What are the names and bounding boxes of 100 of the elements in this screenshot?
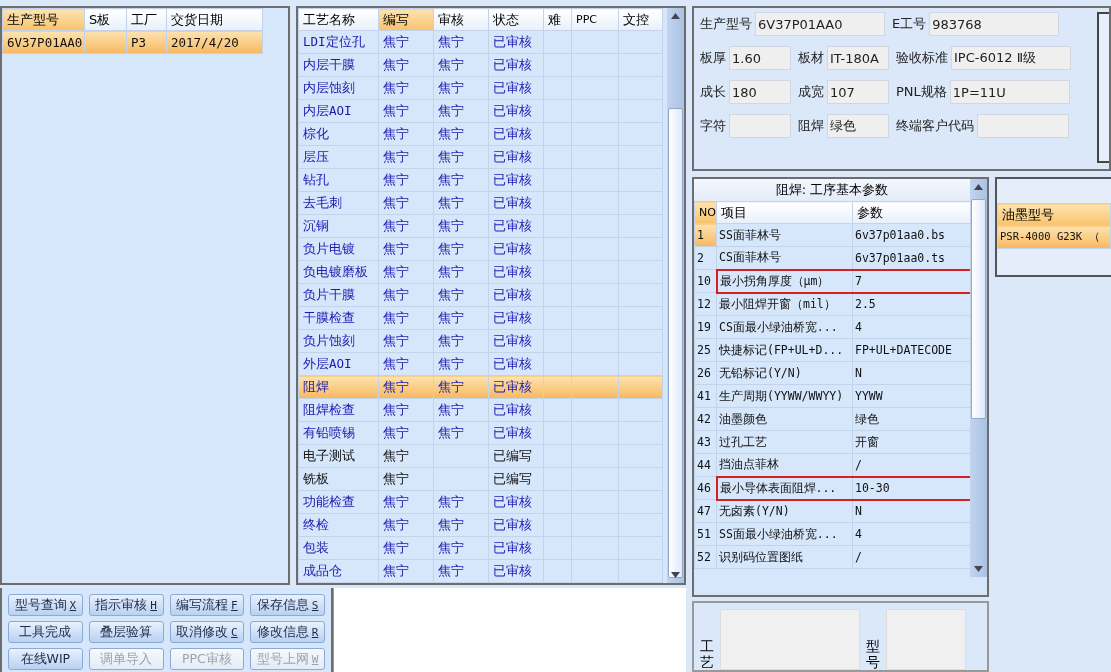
table-cell[interactable]: 2 — [694, 246, 717, 270]
table-cell[interactable]: 焦宁 — [433, 421, 489, 445]
text-area[interactable] — [720, 609, 860, 670]
table-cell[interactable]: 焦宁 — [433, 329, 489, 353]
text-area[interactable] — [886, 609, 966, 670]
table-cell[interactable]: 钻孔 — [298, 168, 379, 192]
table-cell[interactable]: 功能检查 — [298, 490, 379, 514]
table-cell[interactable]: 负片电镀 — [298, 237, 379, 261]
table-cell[interactable]: 1 — [694, 223, 717, 247]
table-cell[interactable]: SS面菲林号 — [716, 223, 853, 247]
table-cell[interactable]: 成品仓 — [298, 559, 379, 583]
column-header[interactable]: 交货日期 — [166, 8, 263, 31]
table-cell[interactable]: 焦宁 — [378, 53, 434, 77]
table-cell[interactable]: 快捷标记(FP+UL+D... — [716, 338, 853, 362]
action-button[interactable]: 取消修改 C — [169, 621, 245, 643]
table-cell[interactable]: 焦宁 — [433, 306, 489, 330]
table-cell[interactable]: 去毛刺 — [298, 191, 379, 215]
table-cell[interactable]: LDI定位孔 — [298, 30, 379, 54]
table-cell[interactable]: 沉铜 — [298, 214, 379, 238]
action-button[interactable]: 保存信息 S — [250, 594, 325, 616]
table-cell[interactable]: 焦宁 — [433, 536, 489, 560]
table-cell[interactable]: 识别码位置图纸 — [716, 545, 853, 569]
table-cell[interactable]: 焦宁 — [433, 53, 489, 77]
table-cell[interactable]: 焦宁 — [433, 214, 489, 238]
table-cell[interactable]: 最小导体表面阻焊... — [716, 476, 853, 500]
table-cell[interactable]: 生产周期(YYWW/WWYY) — [716, 384, 853, 408]
table-cell[interactable]: 已审核 — [488, 513, 544, 537]
table-cell[interactable]: 已审核 — [488, 329, 544, 353]
table-cell[interactable]: 47 — [694, 499, 717, 523]
table-cell[interactable]: 层压 — [298, 145, 379, 169]
table-cell[interactable]: 无卤素(Y/N) — [716, 499, 853, 523]
table-cell[interactable]: 最小阻焊开窗（mil） — [716, 292, 853, 316]
table-cell[interactable]: 焦宁 — [433, 260, 489, 284]
text-field[interactable]: 1P=11U — [949, 80, 1070, 104]
column-header[interactable]: 工艺名称 — [298, 8, 379, 31]
table-cell[interactable]: 41 — [694, 384, 717, 408]
table-cell[interactable]: 阻焊 — [298, 375, 379, 399]
table-cell[interactable] — [571, 398, 619, 422]
table-cell[interactable]: 焦宁 — [433, 559, 489, 583]
scrollbar[interactable] — [667, 8, 684, 583]
table-cell[interactable]: 焦宁 — [378, 30, 434, 54]
table-cell[interactable]: 焦宁 — [433, 30, 489, 54]
action-button[interactable]: 指示审核 H — [88, 594, 164, 616]
table-cell[interactable]: 焦宁 — [433, 490, 489, 514]
table-cell[interactable]: 焦宁 — [378, 99, 434, 123]
table-cell[interactable] — [618, 398, 663, 422]
table-cell[interactable] — [571, 30, 619, 54]
table-cell[interactable]: 焦宁 — [433, 283, 489, 307]
table-cell[interactable]: 已审核 — [488, 53, 544, 77]
table-cell[interactable]: 无铅标记(Y/N) — [716, 361, 853, 385]
table-cell[interactable]: 焦宁 — [378, 444, 434, 468]
table-cell[interactable]: 已审核 — [488, 421, 544, 445]
scrollbar[interactable] — [970, 179, 987, 578]
table-cell[interactable]: 包装 — [298, 536, 379, 560]
table-cell[interactable] — [543, 559, 572, 583]
column-header[interactable]: 编写 — [378, 8, 434, 31]
column-header[interactable]: 状态 — [488, 8, 544, 31]
table-cell[interactable]: 终检 — [298, 513, 379, 537]
table-cell[interactable]: 25 — [694, 338, 717, 362]
table-cell[interactable]: 43 — [694, 430, 717, 454]
table-cell[interactable]: 电子测试 — [298, 444, 379, 468]
scroll-down-icon[interactable] — [974, 566, 983, 573]
table-cell[interactable]: 负电镀磨板 — [298, 260, 379, 284]
table-cell[interactable]: 焦宁 — [378, 329, 434, 353]
table-cell[interactable]: 已编写 — [488, 444, 544, 468]
table-cell[interactable] — [571, 352, 619, 376]
table-cell[interactable]: CS面最小绿油桥宽... — [716, 315, 853, 339]
table-cell[interactable]: 46 — [694, 476, 717, 500]
column-header[interactable]: 项目 — [716, 201, 853, 224]
column-header[interactable]: 油墨型号 — [997, 203, 1111, 226]
table-cell[interactable]: 焦宁 — [433, 99, 489, 123]
table-cell[interactable]: 焦宁 — [433, 122, 489, 146]
table-cell[interactable]: 已审核 — [488, 99, 544, 123]
text-field[interactable]: 1.60 — [729, 46, 791, 70]
table-cell[interactable] — [543, 398, 572, 422]
table-cell[interactable]: CS面菲林号 — [716, 246, 853, 270]
table-cell[interactable]: 焦宁 — [433, 191, 489, 215]
column-header[interactable]: 生产型号 — [2, 8, 85, 31]
table-cell[interactable]: 阻焊检查 — [298, 398, 379, 422]
column-header[interactable]: NO — [694, 201, 717, 224]
table-cell[interactable]: 焦宁 — [378, 352, 434, 376]
text-field[interactable]: 983768 — [929, 12, 1060, 36]
table-cell[interactable]: 焦宁 — [378, 306, 434, 330]
action-button[interactable]: 编写流程 F — [169, 594, 245, 616]
table-cell[interactable]: 焦宁 — [378, 168, 434, 192]
table-cell[interactable]: 有铅喷锡 — [298, 421, 379, 445]
column-header[interactable]: 审核 — [433, 8, 489, 31]
column-header[interactable]: 工厂 — [126, 8, 167, 31]
table-cell[interactable] — [543, 352, 572, 376]
table-cell[interactable]: 已审核 — [488, 122, 544, 146]
table-cell[interactable]: 棕化 — [298, 122, 379, 146]
column-header[interactable]: 文控 — [618, 8, 663, 31]
table-cell[interactable]: 已审核 — [488, 237, 544, 261]
table-cell[interactable]: 已审核 — [488, 283, 544, 307]
table-cell[interactable] — [618, 559, 663, 583]
table-cell[interactable]: 焦宁 — [433, 398, 489, 422]
table-cell[interactable]: 已审核 — [488, 145, 544, 169]
table-cell[interactable]: 已审核 — [488, 490, 544, 514]
table-cell[interactable]: 焦宁 — [378, 237, 434, 261]
action-button[interactable]: 型号查询 X — [8, 594, 83, 616]
